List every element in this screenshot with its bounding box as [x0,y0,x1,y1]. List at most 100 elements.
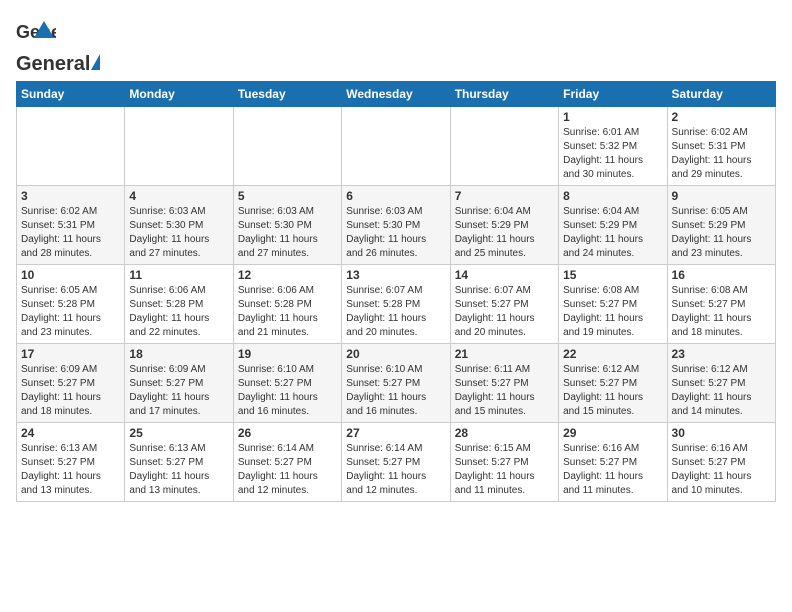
day-info: Sunrise: 6:03 AM Sunset: 5:30 PM Dayligh… [129,205,228,261]
day-number: 27 [346,426,445,440]
day-info: Sunrise: 6:08 AM Sunset: 5:27 PM Dayligh… [672,284,771,340]
calendar-cell: 13Sunrise: 6:07 AM Sunset: 5:28 PM Dayli… [342,265,450,344]
calendar-cell: 10 Sunrise: 6:05 AM Sunset: 5:28 PM Dayli… [17,265,125,344]
calendar-cell: 11 Sunrise: 6:06 AM Sunset: 5:28 PM Dayli… [125,265,233,344]
day-info: Sunrise: 6:05 AM Sunset: 5:28 PM Dayligh… [21,284,120,340]
calendar-week-row: 10 Sunrise: 6:05 AM Sunset: 5:28 PM Dayli… [17,265,776,344]
day-number: 15 [563,268,662,282]
calendar-cell: 15 Sunrise: 6:08 AM Sunset: 5:27 PM Dayli… [559,265,667,344]
day-info: Sunrise: 6:14 AM Sunset: 5:27 PM Dayligh… [346,442,445,498]
calendar-cell: 16 Sunrise: 6:08 AM Sunset: 5:27 PM Dayli… [667,265,775,344]
day-number: 14 [455,268,554,282]
day-info: Sunrise: 6:01 AM Sunset: 5:32 PM Dayligh… [563,126,662,182]
day-number: 6 [346,189,445,203]
calendar-cell: 20 Sunrise: 6:10 AM Sunset: 5:27 PM Dayli… [342,344,450,423]
calendar-cell: 29 Sunrise: 6:16 AM Sunset: 5:27 PM Dayli… [559,423,667,502]
weekday-header-tuesday: Tuesday [233,82,341,107]
calendar-cell [450,107,558,186]
day-info: Sunrise: 6:06 AM Sunset: 5:28 PM Dayligh… [129,284,228,340]
calendar-cell: 9 Sunrise: 6:05 AM Sunset: 5:29 PM Daylig… [667,186,775,265]
calendar-cell: 24 Sunrise: 6:13 AM Sunset: 5:27 PM Dayli… [17,423,125,502]
day-number: 8 [563,189,662,203]
day-info: Sunrise: 6:04 AM Sunset: 5:29 PM Dayligh… [455,205,554,261]
calendar-cell: 28Sunrise: 6:15 AM Sunset: 5:27 PM Dayli… [450,423,558,502]
day-info: Sunrise: 6:14 AM Sunset: 5:27 PM Dayligh… [238,442,337,498]
day-info: Sunrise: 6:02 AM Sunset: 5:31 PM Dayligh… [21,205,120,261]
day-info: Sunrise: 6:03 AM Sunset: 5:30 PM Dayligh… [238,205,337,261]
day-info: Sunrise: 6:06 AM Sunset: 5:28 PM Dayligh… [238,284,337,340]
weekday-header-monday: Monday [125,82,233,107]
calendar-cell: 26 Sunrise: 6:14 AM Sunset: 5:27 PM Dayli… [233,423,341,502]
page-header: General General [16,16,776,77]
calendar-cell [233,107,341,186]
day-number: 17 [21,347,120,361]
calendar-table: SundayMondayTuesdayWednesdayThursdayFrid… [16,81,776,502]
day-info: Sunrise: 6:12 AM Sunset: 5:27 PM Dayligh… [563,363,662,419]
day-number: 1 [563,110,662,124]
calendar-cell: 7 Sunrise: 6:04 AM Sunset: 5:29 PM Daylig… [450,186,558,265]
day-number: 7 [455,189,554,203]
calendar-cell: 21 Sunrise: 6:11 AM Sunset: 5:27 PM Dayli… [450,344,558,423]
weekday-header-wednesday: Wednesday [342,82,450,107]
logo: General General [16,16,101,77]
day-info: Sunrise: 6:02 AM Sunset: 5:31 PM Dayligh… [672,126,771,182]
day-number: 11 [129,268,228,282]
day-info: Sunrise: 6:03 AM Sunset: 5:30 PM Dayligh… [346,205,445,261]
day-info: Sunrise: 6:12 AM Sunset: 5:27 PM Dayligh… [672,363,771,419]
logo-general-text: General [16,53,90,76]
calendar-cell [17,107,125,186]
day-info: Sunrise: 6:11 AM Sunset: 5:27 PM Dayligh… [455,363,554,419]
day-number: 9 [672,189,771,203]
day-info: Sunrise: 6:13 AM Sunset: 5:27 PM Dayligh… [21,442,120,498]
calendar-cell: 22 Sunrise: 6:12 AM Sunset: 5:27 PM Dayli… [559,344,667,423]
day-info: Sunrise: 6:10 AM Sunset: 5:27 PM Dayligh… [238,363,337,419]
logo-triangle [91,54,100,70]
day-number: 13 [346,268,445,282]
calendar-cell: 6 Sunrise: 6:03 AM Sunset: 5:30 PM Daylig… [342,186,450,265]
day-number: 21 [455,347,554,361]
calendar-cell: 14 Sunrise: 6:07 AM Sunset: 5:27 PM Dayli… [450,265,558,344]
day-number: 24 [21,426,120,440]
day-number: 20 [346,347,445,361]
day-number: 2 [672,110,771,124]
weekday-header-friday: Friday [559,82,667,107]
day-number: 3 [21,189,120,203]
calendar-cell: 19Sunrise: 6:10 AM Sunset: 5:27 PM Dayli… [233,344,341,423]
day-info: Sunrise: 6:09 AM Sunset: 5:27 PM Dayligh… [129,363,228,419]
calendar-cell [125,107,233,186]
day-number: 29 [563,426,662,440]
calendar-week-row: 1 Sunrise: 6:01 AM Sunset: 5:32 PM Daylig… [17,107,776,186]
weekday-header-saturday: Saturday [667,82,775,107]
day-number: 12 [238,268,337,282]
calendar-cell: 4 Sunrise: 6:03 AM Sunset: 5:30 PM Daylig… [125,186,233,265]
day-number: 25 [129,426,228,440]
day-number: 5 [238,189,337,203]
calendar-cell [342,107,450,186]
calendar-cell: 1 Sunrise: 6:01 AM Sunset: 5:32 PM Daylig… [559,107,667,186]
calendar-cell: 2 Sunrise: 6:02 AM Sunset: 5:31 PM Daylig… [667,107,775,186]
day-info: Sunrise: 6:07 AM Sunset: 5:27 PM Dayligh… [455,284,554,340]
day-info: Sunrise: 6:09 AM Sunset: 5:27 PM Dayligh… [21,363,120,419]
day-number: 16 [672,268,771,282]
calendar-week-row: 3 Sunrise: 6:02 AM Sunset: 5:31 PM Daylig… [17,186,776,265]
calendar-cell: 3 Sunrise: 6:02 AM Sunset: 5:31 PM Daylig… [17,186,125,265]
day-info: Sunrise: 6:16 AM Sunset: 5:27 PM Dayligh… [563,442,662,498]
day-info: Sunrise: 6:08 AM Sunset: 5:27 PM Dayligh… [563,284,662,340]
weekday-header-sunday: Sunday [17,82,125,107]
day-number: 26 [238,426,337,440]
day-number: 30 [672,426,771,440]
day-number: 10 [21,268,120,282]
day-info: Sunrise: 6:10 AM Sunset: 5:27 PM Dayligh… [346,363,445,419]
day-info: Sunrise: 6:04 AM Sunset: 5:29 PM Dayligh… [563,205,662,261]
day-info: Sunrise: 6:05 AM Sunset: 5:29 PM Dayligh… [672,205,771,261]
calendar-cell: 30Sunrise: 6:16 AM Sunset: 5:27 PM Dayli… [667,423,775,502]
day-number: 23 [672,347,771,361]
weekday-header-thursday: Thursday [450,82,558,107]
calendar-header-row: SundayMondayTuesdayWednesdayThursdayFrid… [17,82,776,107]
calendar-cell: 27 Sunrise: 6:14 AM Sunset: 5:27 PM Dayli… [342,423,450,502]
day-number: 22 [563,347,662,361]
logo-icon: General [16,16,56,56]
calendar-cell: 5 Sunrise: 6:03 AM Sunset: 5:30 PM Daylig… [233,186,341,265]
day-number: 4 [129,189,228,203]
day-info: Sunrise: 6:13 AM Sunset: 5:27 PM Dayligh… [129,442,228,498]
